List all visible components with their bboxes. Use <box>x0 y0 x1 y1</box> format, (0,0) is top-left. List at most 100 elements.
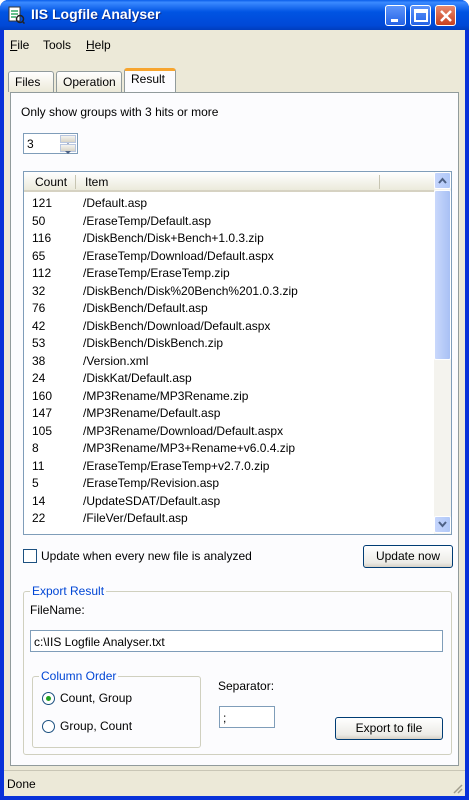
tab-files-label: Files <box>15 75 41 89</box>
row-item: /MP3Rename/MP3+Rename+v6.0.4.zip <box>83 441 296 455</box>
list-row[interactable]: 32/DiskBench/Disk%20Bench%201.0.3.zip <box>24 282 435 300</box>
list-row[interactable]: 160/MP3Rename/MP3Rename.zip <box>24 387 435 405</box>
row-item: /DiskBench/Disk%20Bench%201.0.3.zip <box>83 283 298 298</box>
list-row[interactable]: 147/MP3Rename/Default.asp <box>24 404 435 422</box>
list-row[interactable]: 8/MP3Rename/MP3+Rename+v6.0.4.zip <box>24 439 435 457</box>
resize-grip-icon[interactable] <box>451 782 463 794</box>
vertical-scrollbar[interactable] <box>434 172 451 534</box>
minimize-button[interactable] <box>385 5 406 26</box>
list-row[interactable]: 24/DiskKat/Default.asp <box>24 369 435 387</box>
menu-help[interactable]: Help <box>86 38 111 52</box>
export-to-file-label: Export to file <box>355 721 423 735</box>
menu-bar: File Tools Help <box>4 34 465 56</box>
radio-count-group-label[interactable]: Count, Group <box>60 691 132 705</box>
list-row[interactable]: 14/UpdateSDAT/Default.asp <box>24 492 435 510</box>
list-row[interactable]: 121/Default.asp <box>24 194 435 212</box>
update-checkbox[interactable] <box>23 549 37 563</box>
scroll-thumb[interactable] <box>434 190 451 360</box>
column-order-title: Column Order <box>39 669 119 683</box>
row-count: 116 <box>32 231 52 245</box>
row-count: 11 <box>32 458 45 473</box>
column-header-item[interactable]: Item <box>85 175 108 189</box>
minimize-icon <box>391 19 398 22</box>
app-icon <box>8 6 25 24</box>
update-now-label: Update now <box>375 549 441 563</box>
menu-help-accel: H <box>86 38 95 52</box>
menu-tools-label: Tools <box>43 38 72 52</box>
maximize-button[interactable] <box>410 5 431 26</box>
list-row[interactable]: 11/EraseTemp/EraseTemp+v2.7.0.zip <box>24 457 435 475</box>
separator-value: ; <box>223 711 227 725</box>
results-list[interactable]: Count Item 121/Default.asp 50/EraseTemp/D… <box>23 171 452 535</box>
row-count: 24 <box>32 371 46 385</box>
list-row[interactable]: 112/EraseTemp/EraseTemp.zip <box>24 264 435 282</box>
window-title: IIS Logfile Analyser <box>31 6 161 22</box>
arrow-down-icon <box>65 151 71 154</box>
list-row[interactable]: 50/EraseTemp/Default.asp <box>24 212 435 230</box>
column-separator[interactable] <box>379 175 380 189</box>
row-count: 76 <box>32 301 46 315</box>
min-hits-stepper[interactable]: 3 <box>23 133 78 154</box>
tab-operation-label: Operation <box>63 75 116 89</box>
spin-up-button[interactable] <box>60 135 76 146</box>
app-window: IIS Logfile Analyser File Tools Help Fil… <box>0 0 469 800</box>
column-separator[interactable] <box>75 175 76 189</box>
menu-file-label: ile <box>17 38 30 52</box>
row-item: /EraseTemp/Default.asp <box>83 213 212 228</box>
scroll-up-button[interactable] <box>434 172 451 189</box>
list-rows: 121/Default.asp 50/EraseTemp/Default.asp 1… <box>24 194 435 527</box>
spin-down-button[interactable] <box>60 144 76 154</box>
list-row[interactable]: 116/DiskBench/Disk+Bench+1.0.3.zip <box>24 229 435 247</box>
menu-file[interactable]: File <box>10 38 29 52</box>
row-count: 147 <box>32 406 53 420</box>
row-count: 14 <box>32 493 46 508</box>
row-item: /UpdateSDAT/Default.asp <box>83 493 221 508</box>
radio-count-group[interactable] <box>42 692 55 705</box>
spinner-buttons <box>60 135 76 154</box>
row-item: /EraseTemp/EraseTemp.zip <box>83 266 230 280</box>
column-header-count[interactable]: Count <box>35 175 67 189</box>
menu-tools[interactable]: Tools <box>43 38 71 52</box>
row-count: 22 <box>32 511 46 525</box>
tab-result[interactable]: Result <box>124 68 176 93</box>
separator-field[interactable]: ; <box>219 706 275 728</box>
status-text: Done <box>7 777 36 791</box>
list-row[interactable]: 105/MP3Rename/Download/Default.aspx <box>24 422 435 440</box>
list-row[interactable]: 42/DiskBench/Download/Default.aspx <box>24 317 435 335</box>
row-item: /DiskBench/DiskBench.zip <box>83 336 224 350</box>
row-item: /Version.xml <box>83 353 149 368</box>
maximize-icon <box>414 9 428 22</box>
export-groupbox: Export Result FileName: c:\IIS Logfile A… <box>23 584 452 755</box>
filename-value: c:\IIS Logfile Analyser.txt <box>34 635 165 649</box>
filename-field[interactable]: c:\IIS Logfile Analyser.txt <box>30 630 443 652</box>
row-item: /FileVer/Default.asp <box>83 511 188 525</box>
radio-group-count-label[interactable]: Group, Count <box>60 719 132 733</box>
min-hits-value[interactable]: 3 <box>27 137 34 151</box>
list-row[interactable]: 22/FileVer/Default.asp <box>24 509 435 527</box>
list-row[interactable]: 76/DiskBench/Default.asp <box>24 299 435 317</box>
tab-operation[interactable]: Operation <box>56 71 122 92</box>
separator-label: Separator: <box>218 679 275 693</box>
row-item: /EraseTemp/EraseTemp+v2.7.0.zip <box>83 458 270 473</box>
export-to-file-button[interactable]: Export to file <box>335 717 443 740</box>
row-count: 38 <box>32 353 46 368</box>
row-item: /EraseTemp/Download/Default.aspx <box>83 248 274 263</box>
column-order-groupbox: Column Order Count, Group Group, Count <box>32 669 201 748</box>
title-bar[interactable]: IIS Logfile Analyser <box>0 0 469 30</box>
list-row[interactable]: 38/Version.xml <box>24 352 435 370</box>
radio-group-count[interactable] <box>42 720 55 733</box>
radio-selected-dot <box>46 696 51 701</box>
filename-label: FileName: <box>30 603 85 617</box>
row-count: 160 <box>32 388 53 403</box>
close-button[interactable] <box>435 5 456 26</box>
update-now-button[interactable]: Update now <box>363 545 453 568</box>
tab-result-label: Result <box>131 72 166 86</box>
row-item: /MP3Rename/Download/Default.aspx <box>83 423 284 438</box>
list-row[interactable]: 53/DiskBench/DiskBench.zip <box>24 334 435 352</box>
list-row[interactable]: 5/EraseTemp/Revision.asp <box>24 474 435 492</box>
scroll-down-button[interactable] <box>434 516 451 533</box>
list-row[interactable]: 65/EraseTemp/Download/Default.aspx <box>24 247 435 265</box>
chevron-up-icon <box>438 177 447 184</box>
tab-files[interactable]: Files <box>8 71 54 92</box>
update-checkbox-label[interactable]: Update when every new file is analyzed <box>41 549 252 563</box>
